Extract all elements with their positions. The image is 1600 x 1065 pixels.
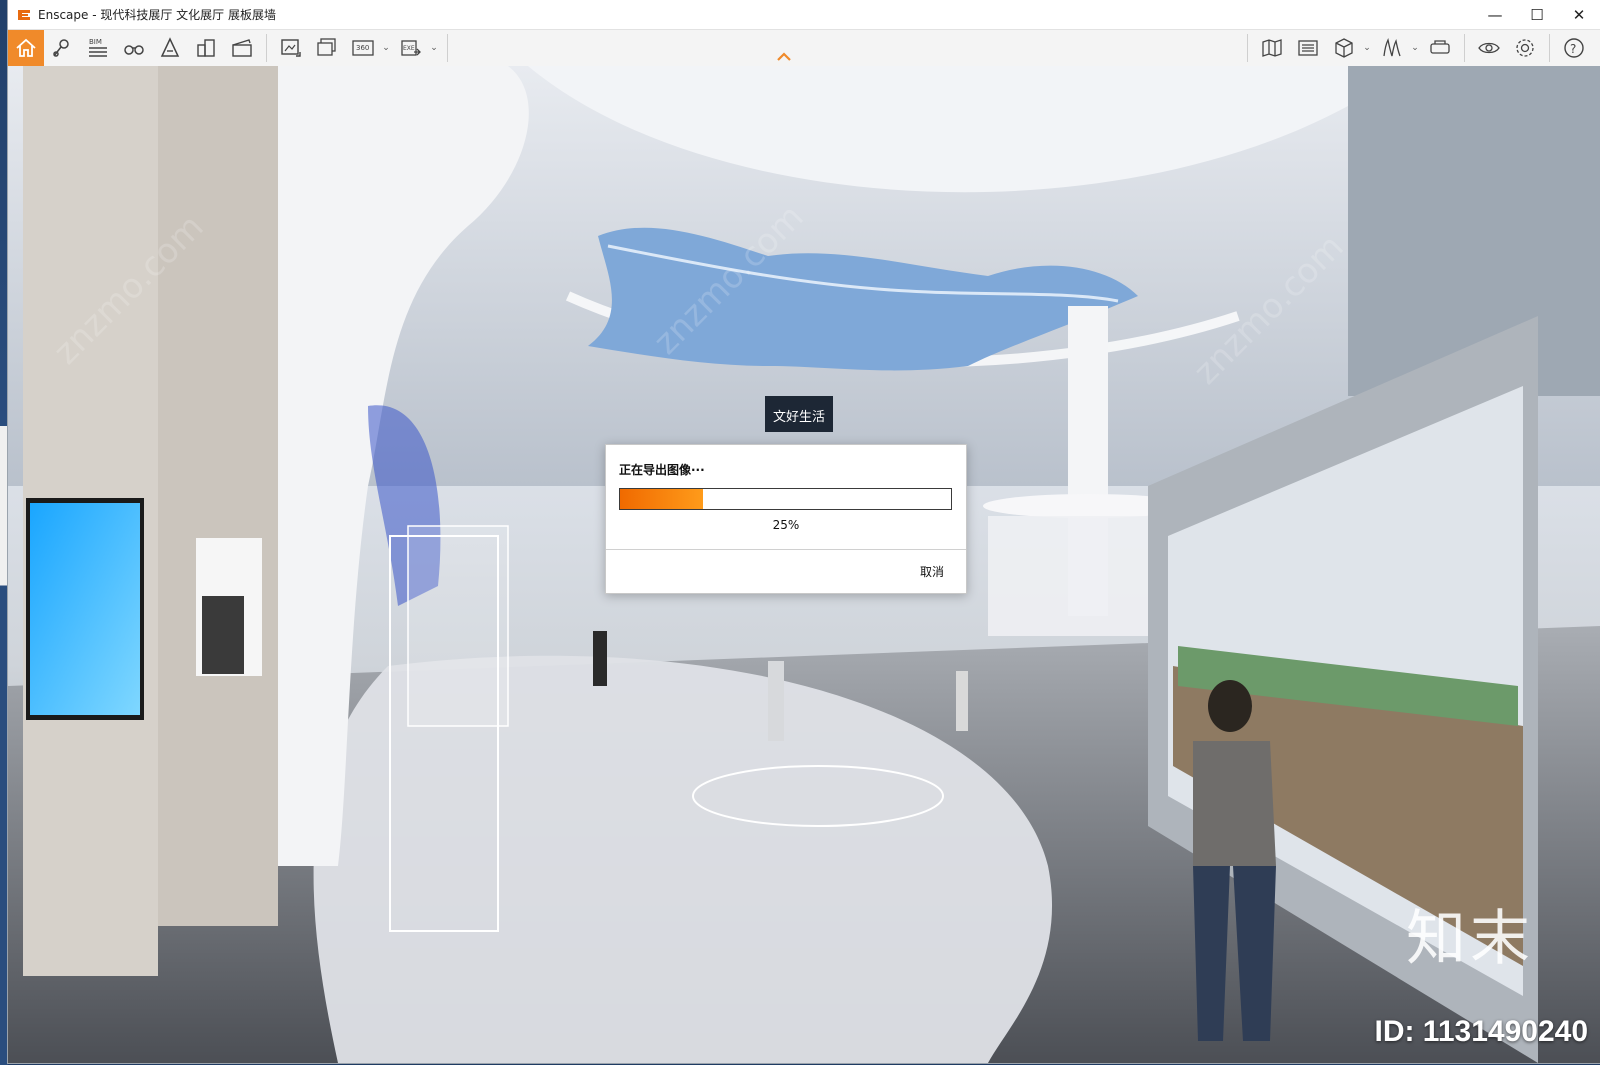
vr-headset-icon [1430,40,1450,54]
svg-text:BIM: BIM [89,38,102,46]
window-title: Enscape - 现代科技展厅 文化展厅 展板展墙 [38,8,276,22]
export-dropdown-chevron-icon[interactable]: ⌄ [429,30,439,66]
screenshot-icon [281,39,301,57]
cube-dropdown-chevron-icon[interactable]: ⌄ [1362,30,1372,66]
toolbar-separator [1549,34,1550,62]
panorama-button[interactable]: 360 [345,30,381,66]
export-exe-icon: EXE [401,40,421,56]
binoculars-icon [124,45,144,55]
map-icon [1262,39,1282,57]
panorama-dropdown-chevron-icon[interactable]: ⌄ [381,30,391,66]
grass-icon [1383,38,1401,57]
close-button[interactable]: ✕ [1558,0,1600,29]
views-button[interactable] [44,30,80,66]
settings-button[interactable] [1507,30,1543,66]
progress-percent: 25% [772,518,800,532]
binoculars-button[interactable] [116,30,152,66]
sketch-mode-icon [160,37,180,57]
home-icon [16,38,36,57]
buildings-button[interactable] [188,30,224,66]
location-icon [53,39,69,57]
svg-text:360: 360 [356,44,369,52]
main-toolbar: BIM 360 ⌄ EXE ⌄ ⌄ ⌄ ? [8,29,1600,67]
toolbar-separator [1464,34,1465,62]
export-progress-dialog: 正在导出图像··· 25% 取消 [605,444,967,594]
asset-library-button[interactable] [1290,30,1326,66]
svg-text:EXE: EXE [403,45,415,52]
minimize-button[interactable]: — [1474,0,1516,29]
watermark-brand: 知末 [1406,904,1534,974]
collapse-toolbar-chevron-icon[interactable] [776,52,792,62]
dialog-title: 正在导出图像··· [619,463,705,477]
render-viewport[interactable]: 文好生活 znzmo.com znzmo.com znzmo.com 正在导出图… [8,66,1600,1063]
bim-button[interactable]: BIM [80,30,116,66]
batch-render-button[interactable] [309,30,345,66]
help-button[interactable]: ? [1556,30,1592,66]
map-button[interactable] [1254,30,1290,66]
progress-fill [620,489,703,509]
video-editor-button[interactable] [224,30,260,66]
home-button[interactable] [8,30,44,66]
title-bar: Enscape - 现代科技展厅 文化展厅 展板展墙 — ☐ ✕ [8,0,1600,29]
help-icon: ? [1564,38,1584,58]
buildings-icon [197,39,215,57]
svg-text:?: ? [1570,42,1576,56]
visual-settings-button[interactable] [1471,30,1507,66]
export-exe-button[interactable]: EXE [393,30,429,66]
eye-icon [1478,42,1500,54]
cancel-button[interactable]: 取消 [920,563,944,580]
settings-gear-icon [1516,39,1534,57]
asset-library-icon [1298,40,1318,56]
export-progress-bar [619,488,952,510]
watermark-id: ID: 1131490240 [1374,1015,1588,1048]
svg-text:文好生活: 文好生活 [773,410,825,425]
toolbar-separator [1247,34,1248,62]
grass-button[interactable] [1374,30,1410,66]
grass-dropdown-chevron-icon[interactable]: ⌄ [1410,30,1420,66]
bim-icon: BIM [89,38,107,57]
cube-view-button[interactable] [1326,30,1362,66]
panorama-360-icon: 360 [352,40,374,56]
toolbar-separator [447,34,448,62]
cube-view-icon [1335,38,1353,58]
enscape-logo-icon [18,9,30,20]
vr-headset-button[interactable] [1422,30,1458,66]
clapboard-icon [232,39,252,57]
batch-render-icon [317,38,336,56]
sketch-button[interactable] [152,30,188,66]
desktop-background [0,0,8,1065]
dialog-divider [606,549,966,550]
enscape-window: Enscape - 现代科技展厅 文化展厅 展板展墙 — ☐ ✕ BIM 360… [8,0,1600,1063]
screenshot-button[interactable] [273,30,309,66]
maximize-button[interactable]: ☐ [1516,0,1558,29]
toolbar-separator [266,34,267,62]
